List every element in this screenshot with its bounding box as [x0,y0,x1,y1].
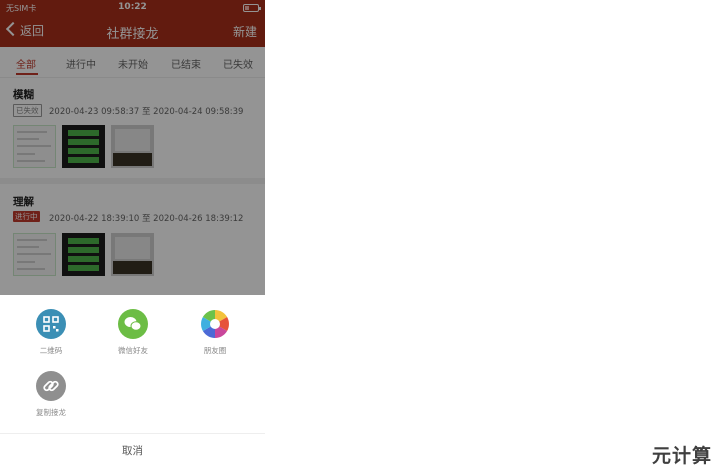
watermark-text: 元计算 [651,445,712,467]
copy-link-label: 复制接龙 [36,408,66,417]
share-moments-button[interactable]: 朋友圈 [180,309,250,356]
share-sheet: 二维码 微信好友 朋友圈 复制接龙 取消 [0,295,265,474]
share-wechat-button[interactable]: 微信好友 [98,309,168,356]
moments-icon [200,309,230,339]
divider [0,433,265,434]
wechat-icon [118,309,148,339]
copy-link-button[interactable]: 复制接龙 [16,371,86,418]
share-wechat-label: 微信好友 [118,346,148,355]
modal-dim-overlay[interactable] [0,0,265,295]
qrcode-icon [36,309,66,339]
share-qrcode-button[interactable]: 二维码 [16,309,86,356]
link-icon [36,371,66,401]
cancel-button[interactable]: 取消 [0,443,265,458]
share-qrcode-label: 二维码 [39,346,63,355]
phone-screen: 无SIM卡 10:22 返回 社群接龙 新建 全部 进行中 未开始 已结束 已失… [0,0,265,474]
share-moments-label: 朋友圈 [203,346,227,355]
